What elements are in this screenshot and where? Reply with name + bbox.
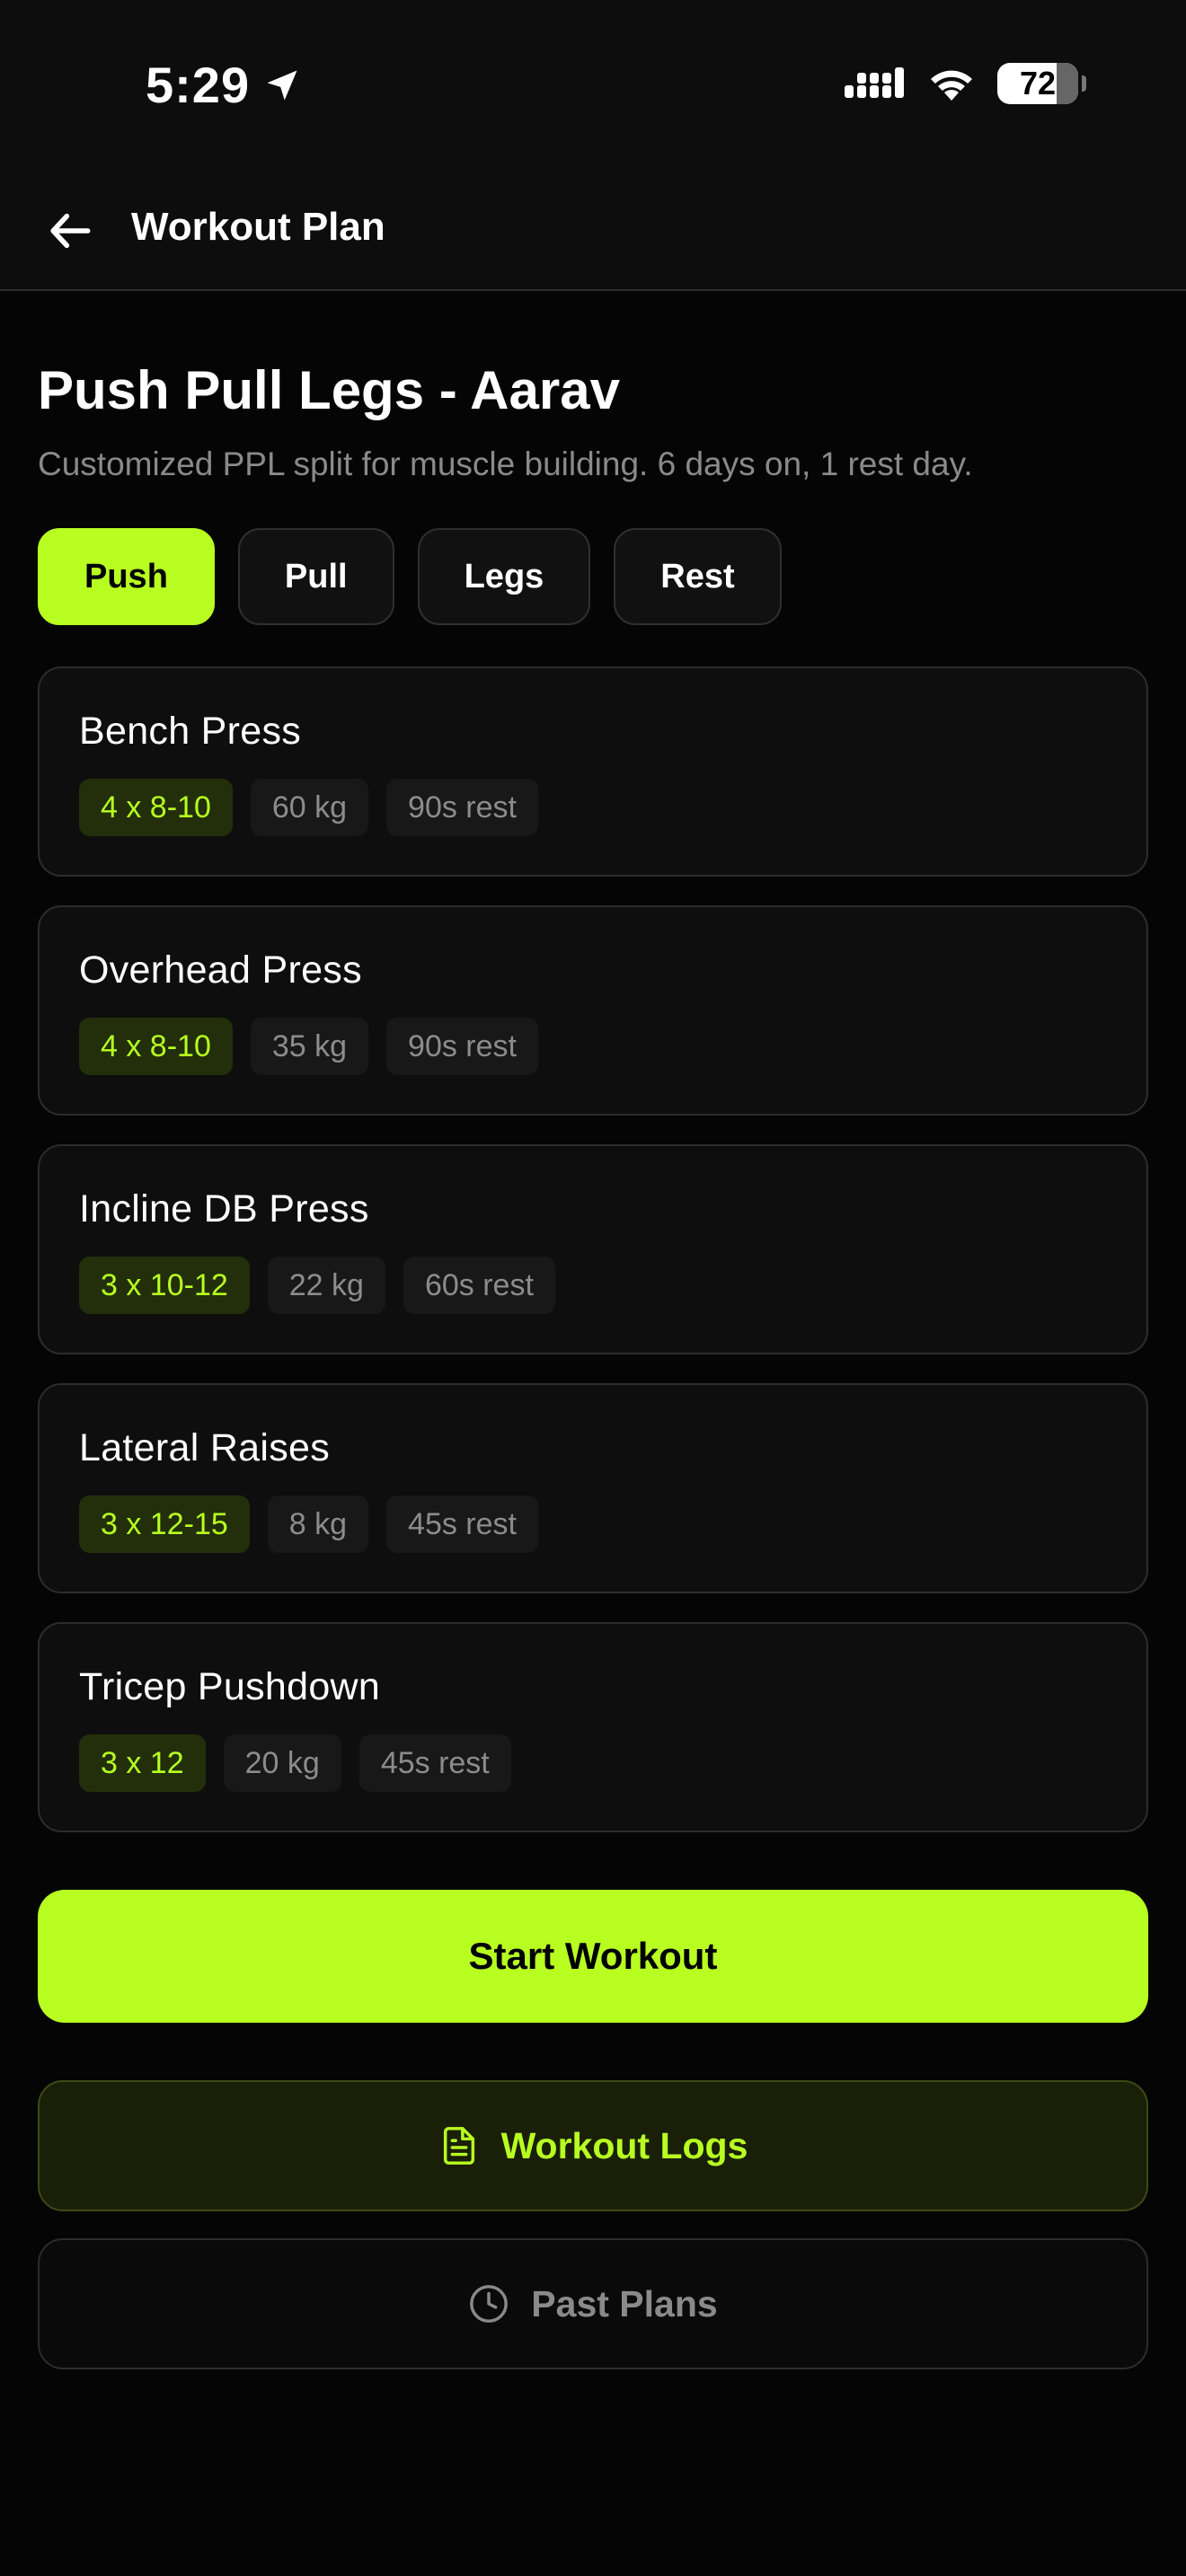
exercise-list: Bench Press 4 x 8-10 60 kg 90s rest Over… [38, 666, 1148, 1832]
past-plans-button[interactable]: Past Plans [38, 2238, 1148, 2369]
arrow-left-icon [46, 206, 96, 256]
exercise-name: Lateral Raises [79, 1426, 331, 1469]
exercise-card-tricep-pushdown[interactable]: Tricep Pushdown 3 x 12 20 kg 45s rest [38, 1622, 1148, 1832]
weight-badge: 20 kg [223, 1734, 341, 1792]
exercise-details: 4 x 8-10 35 kg 90s rest [79, 1018, 1146, 1075]
rest-badge: 45s rest [358, 1734, 511, 1792]
day-tabs: Push Pull Legs Rest [38, 528, 782, 625]
sets-badge: 4 x 8-10 [79, 1018, 233, 1075]
plan-title: Push Pull Legs - Aarav [38, 360, 620, 420]
workout-logs-button[interactable]: Workout Logs [38, 2080, 1148, 2211]
start-workout-button[interactable]: Start Workout [38, 1890, 1148, 2023]
tab-pull[interactable]: Pull [237, 528, 394, 625]
weight-badge: 22 kg [267, 1257, 385, 1314]
exercise-card-bench-press[interactable]: Bench Press 4 x 8-10 60 kg 90s rest [38, 666, 1148, 877]
workout-logs-label: Workout Logs [500, 2124, 748, 2166]
sets-badge: 4 x 8-10 [79, 779, 233, 836]
rest-badge: 45s rest [386, 1495, 538, 1553]
tab-rest[interactable]: Rest [614, 528, 782, 625]
location-arrow-icon [262, 66, 302, 105]
rest-badge: 90s rest [386, 779, 538, 836]
weight-badge: 35 kg [250, 1018, 369, 1075]
page-title: Workout Plan [131, 205, 385, 249]
exercise-details: 3 x 12 20 kg 45s rest [79, 1734, 1146, 1792]
status-indicators: 72 [845, 63, 1086, 104]
battery-level: 72 [1019, 65, 1057, 101]
exercise-name: Overhead Press [79, 948, 362, 992]
weight-badge: 60 kg [250, 779, 369, 836]
battery-icon: 72 [997, 63, 1086, 104]
exercise-details: 4 x 8-10 60 kg 90s rest [79, 779, 1146, 836]
exercise-card-lateral-raises[interactable]: Lateral Raises 3 x 12-15 8 kg 45s rest [38, 1383, 1148, 1593]
back-button[interactable] [40, 199, 102, 262]
status-time-group: 5:29 [146, 56, 302, 114]
sets-badge: 3 x 12 [79, 1734, 206, 1792]
status-time: 5:29 [146, 57, 251, 113]
exercise-card-overhead-press[interactable]: Overhead Press 4 x 8-10 35 kg 90s rest [38, 905, 1148, 1116]
tab-push[interactable]: Push [38, 528, 215, 625]
sets-badge: 3 x 10-12 [79, 1257, 250, 1314]
tab-legs[interactable]: Legs [417, 528, 591, 625]
exercise-details: 3 x 10-12 22 kg 60s rest [79, 1257, 1146, 1314]
weight-badge: 8 kg [267, 1495, 369, 1553]
cellular-signal-icon [845, 66, 906, 101]
exercise-name: Bench Press [79, 710, 302, 753]
rest-badge: 90s rest [386, 1018, 538, 1075]
exercise-name: Incline DB Press [79, 1187, 369, 1231]
past-plans-label: Past Plans [531, 2282, 718, 2325]
exercise-details: 3 x 12-15 8 kg 45s rest [79, 1495, 1146, 1553]
rest-badge: 60s rest [403, 1257, 555, 1314]
sets-badge: 3 x 12-15 [79, 1495, 250, 1553]
document-icon [438, 2125, 480, 2166]
status-bar: 5:29 72 [0, 0, 1186, 171]
clock-icon [468, 2283, 509, 2325]
nav-bar: Workout Plan [0, 171, 1186, 291]
exercise-card-incline-db-press[interactable]: Incline DB Press 3 x 10-12 22 kg 60s res… [38, 1144, 1148, 1354]
exercise-name: Tricep Pushdown [79, 1665, 381, 1708]
wifi-icon [925, 65, 978, 102]
plan-description: Customized PPL split for muscle building… [38, 446, 973, 482]
